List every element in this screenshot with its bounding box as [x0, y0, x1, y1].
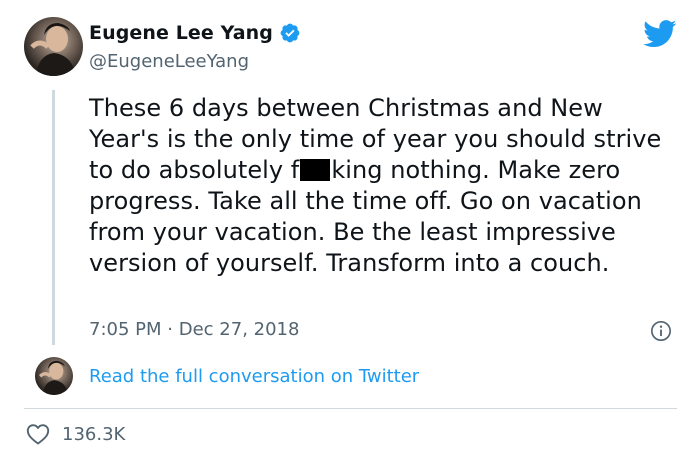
avatar-portrait [30, 23, 76, 76]
tweet-timestamp[interactable]: 7:05 PM · Dec 27, 2018 [89, 319, 299, 340]
author-display-name[interactable]: Eugene Lee Yang [89, 22, 273, 44]
like-button[interactable]: 136.3K [26, 423, 125, 445]
author-name-row: Eugene Lee Yang [89, 22, 301, 44]
divider [24, 408, 677, 409]
avatar-portrait-small [39, 360, 69, 395]
verified-badge-icon [280, 23, 300, 43]
redaction-bar [300, 159, 331, 181]
info-icon[interactable] [650, 320, 672, 342]
tweet-time: 7:05 PM [89, 319, 162, 340]
tweet-date: Dec 27, 2018 [178, 319, 300, 340]
author-avatar[interactable] [24, 17, 83, 76]
thread-line [52, 90, 55, 345]
read-conversation-link[interactable]: Read the full conversation on Twitter [89, 366, 419, 387]
twitter-bird-icon[interactable] [643, 20, 677, 48]
meta-separator: · [167, 319, 173, 340]
tweet-text: These 6 days between Christmas and New Y… [89, 93, 679, 279]
author-handle[interactable]: @EugeneLeeYang [89, 51, 249, 72]
heart-icon [26, 424, 50, 445]
like-count: 136.3K [62, 423, 126, 445]
conversation-avatar[interactable] [35, 357, 73, 395]
